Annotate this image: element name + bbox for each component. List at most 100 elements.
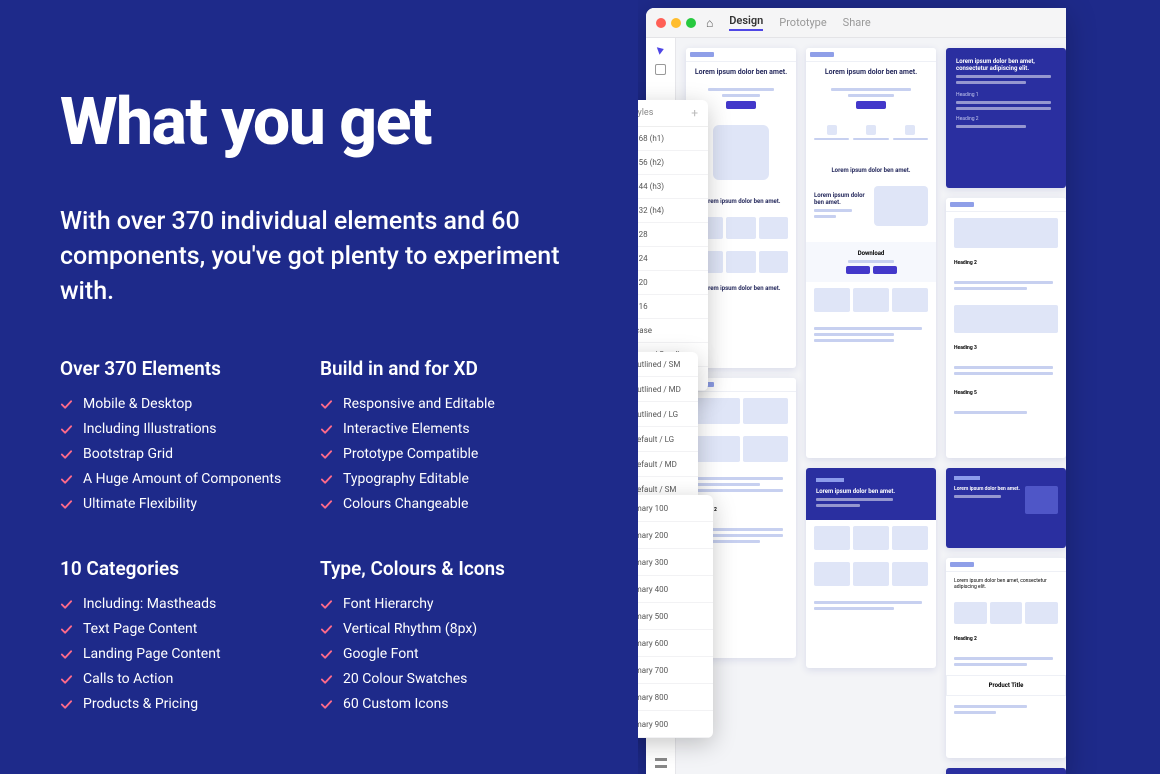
check-icon (60, 698, 73, 711)
feature-label: Landing Page Content (83, 646, 221, 662)
artboard-product[interactable]: Lorem ipsum dolor ben amet, consectetur … (946, 558, 1066, 758)
artboard-light-blocks[interactable]: Heading 2 Heading 3 Heading 5 (946, 198, 1066, 458)
check-icon (60, 448, 73, 461)
check-icon (60, 498, 73, 511)
feature-item: Google Font (320, 646, 580, 662)
color-swatch-row[interactable]: Primary 200 (638, 522, 713, 549)
check-icon (60, 673, 73, 686)
char-style-row[interactable]: Ag32px / 44 (h3) (638, 175, 708, 199)
home-icon[interactable]: ⌂ (706, 16, 713, 30)
feature-label: Google Font (343, 646, 419, 662)
artboard-text: Lorem ipsum dolor ben amet, consectetur … (946, 572, 1066, 596)
char-style-row[interactable]: Ag12px / 16 (638, 295, 708, 319)
artboard-lead-gen[interactable]: Lead Generator (946, 768, 1066, 774)
button-style-row[interactable]: ——Button / Outlined / SM (638, 352, 698, 377)
char-style-row[interactable]: Ag20px / 28 (638, 223, 708, 247)
button-styles-panel[interactable]: ——Button / Outlined / SM——Button / Outli… (638, 352, 698, 502)
char-style-row[interactable]: Ag16px / 24 (638, 247, 708, 271)
color-label: Primary 400 (638, 585, 668, 594)
color-swatch-row[interactable]: Primary 100 (638, 495, 713, 522)
feature-item: Including Illustrations (60, 421, 310, 437)
check-icon (320, 698, 333, 711)
button-style-row[interactable]: ——Button / Outlined / MD (638, 377, 698, 402)
tab-design[interactable]: Design (729, 14, 763, 31)
color-swatch-row[interactable]: Primary 300 (638, 549, 713, 576)
panel-title: Character Styles (638, 108, 653, 118)
feature-label: A Huge Amount of Components (83, 471, 281, 487)
download-label: Download (814, 250, 928, 257)
feature-item: Mobile & Desktop (60, 396, 310, 412)
feature-item: Typography Editable (320, 471, 580, 487)
char-style-label: 10px / 20 (638, 278, 648, 287)
feature-item: 20 Colour Swatches (320, 671, 580, 687)
panel-header: Character Styles + (638, 100, 708, 127)
traffic-lights (656, 18, 696, 28)
char-style-row[interactable]: Ag48px / 56 (h2) (638, 151, 708, 175)
artboard-dark-masthead[interactable]: Lorem ipsum dolor ben amet, consectetur … (946, 48, 1066, 188)
char-style-row[interactable]: Ag24px / 32 (h4) (638, 199, 708, 223)
color-swatch-row[interactable]: Primary 700 (638, 657, 713, 684)
plus-icon[interactable]: + (691, 106, 698, 120)
layers-icon[interactable] (655, 758, 667, 768)
check-icon (60, 473, 73, 486)
window-titlebar: ⌂ Design Prototype Share (646, 8, 1066, 38)
color-label: Primary 800 (638, 693, 668, 702)
artboard-tool-icon[interactable] (655, 64, 666, 75)
artboard-light-2[interactable]: Lorem ipsum dolor ben amet. Lorem ipsum … (806, 48, 936, 458)
feature-item: Responsive and Editable (320, 396, 580, 412)
button-style-row[interactable]: ——Button / Default / LG (638, 427, 698, 452)
feature-label: Responsive and Editable (343, 396, 495, 412)
color-swatch-row[interactable]: Primary 800 (638, 684, 713, 711)
feature-label: 60 Custom Icons (343, 696, 449, 712)
artboard-title: Lorem ipsum dolor ben amet, consectetur … (956, 58, 1056, 72)
color-label: Primary 500 (638, 612, 668, 621)
color-label: Primary 100 (638, 504, 668, 513)
close-icon[interactable] (656, 18, 666, 28)
feature-grid: Over 370 Elements Mobile & Desktop Inclu… (60, 357, 618, 721)
cursor-icon[interactable] (656, 45, 664, 55)
check-icon (320, 648, 333, 661)
char-style-row[interactable]: AgUppercase (638, 319, 708, 343)
color-swatch-row[interactable]: Primary 400 (638, 576, 713, 603)
feature-item: Text Page Content (60, 621, 310, 637)
feature-label: Interactive Elements (343, 421, 470, 437)
feature-item: Prototype Compatible (320, 446, 580, 462)
char-style-label: 64px / 68 (h1) (638, 134, 664, 143)
check-icon (320, 498, 333, 511)
button-style-row[interactable]: ——Button / Outlined / LG (638, 402, 698, 427)
check-icon (320, 473, 333, 486)
char-style-label: 16px / 24 (638, 254, 648, 263)
feature-item: Ultimate Flexibility (60, 496, 310, 512)
artboard-dark-3[interactable]: Lorem ipsum dolor ben amet. (946, 468, 1066, 548)
column-heading: Type, Colours & Icons (320, 557, 580, 580)
maximize-icon[interactable] (686, 18, 696, 28)
button-style-label: Button / Outlined / LG (638, 410, 678, 419)
character-styles-panel[interactable]: Character Styles + Ag64px / 68 (h1)Ag48p… (638, 100, 708, 391)
button-style-row[interactable]: ——Button / Default / MD (638, 452, 698, 477)
char-style-label: Uppercase (638, 326, 652, 335)
char-style-row[interactable]: Ag10px / 20 (638, 271, 708, 295)
check-icon (320, 398, 333, 411)
tab-share[interactable]: Share (843, 16, 871, 29)
char-style-row[interactable]: Ag64px / 68 (h1) (638, 127, 708, 151)
char-style-label: 24px / 32 (h4) (638, 206, 664, 215)
column-heading: Build in and for XD (320, 357, 580, 380)
color-swatch-row[interactable]: Primary 500 (638, 603, 713, 630)
color-swatch-row[interactable]: Primary 600 (638, 630, 713, 657)
feature-label: 20 Colour Swatches (343, 671, 467, 687)
feature-item: Interactive Elements (320, 421, 580, 437)
color-swatches-panel[interactable]: Primary 100 Primary 200Primary 300 Primary… (638, 495, 713, 738)
design-canvas[interactable]: Lorem ipsum dolor ben amet. Lorem ipsum … (676, 38, 1066, 774)
char-style-label: 12px / 16 (638, 302, 648, 311)
tab-prototype[interactable]: Prototype (779, 16, 826, 29)
color-swatch-row[interactable]: Primary 900 (638, 711, 713, 738)
artboard-text: Lorem ipsum dolor ben amet. (806, 161, 936, 180)
feature-item: Vertical Rhythm (8px) (320, 621, 580, 637)
minimize-icon[interactable] (671, 18, 681, 28)
artboard-dark-2[interactable]: Lorem ipsum dolor ben amet. (806, 468, 936, 668)
button-style-label: Button / Default / SM (638, 485, 676, 494)
feature-item: Font Hierarchy (320, 596, 580, 612)
feature-column-categories: 10 Categories Including: Mastheads Text … (60, 557, 310, 721)
feature-label: Vertical Rhythm (8px) (343, 621, 477, 637)
char-style-label: 48px / 56 (h2) (638, 158, 664, 167)
